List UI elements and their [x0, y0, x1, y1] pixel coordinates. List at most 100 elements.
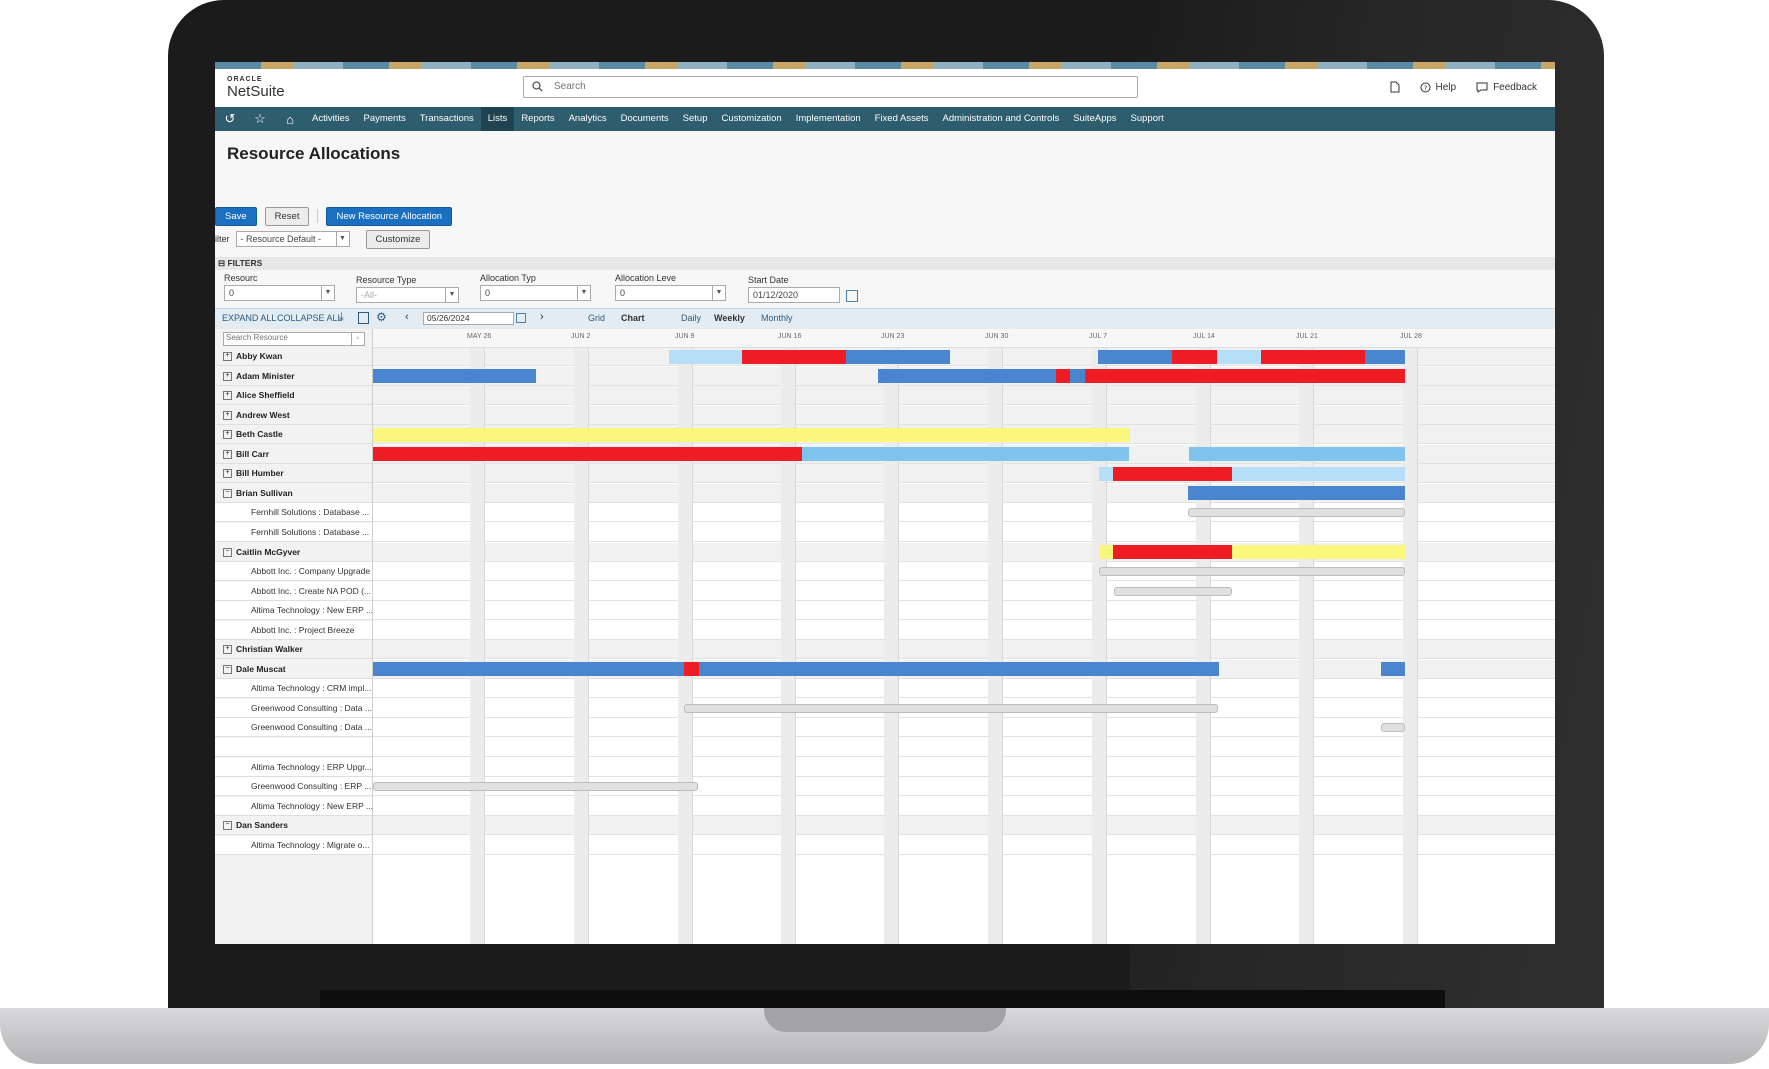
allocation-bar[interactable]	[1188, 486, 1405, 501]
allocation-bar[interactable]	[699, 662, 1219, 677]
allocation-bar[interactable]	[684, 662, 699, 677]
monthly-scale-tab[interactable]: Monthly	[761, 313, 793, 323]
gear-icon[interactable]: ⚙	[376, 310, 387, 324]
download-icon[interactable]: ⤓	[339, 311, 344, 324]
nav-item-active[interactable]: Lists	[480, 107, 515, 131]
resource-search[interactable]: ⌕	[223, 332, 365, 346]
help-button[interactable]: ? Help	[1420, 82, 1456, 93]
task-bar[interactable]	[684, 703, 1218, 713]
task-bar[interactable]	[373, 782, 698, 792]
nav-item[interactable]: Payments	[356, 107, 412, 131]
nav-item[interactable]: Implementation	[789, 107, 868, 131]
assignment-row[interactable]: Abbott Inc. : Company Upgrade	[215, 562, 372, 582]
resource-row[interactable]: + Beth Castle	[215, 425, 372, 445]
nav-item[interactable]: Fixed Assets	[868, 107, 936, 131]
nav-item[interactable]: Administration and Controls	[936, 107, 1067, 131]
allocation-bar[interactable]	[1085, 369, 1278, 384]
expand-icon[interactable]: +	[223, 371, 232, 381]
assignment-row[interactable]: Abbott Inc. : Create NA POD (...	[215, 581, 372, 601]
resource-row[interactable]: + Bill Humber	[215, 464, 372, 484]
assignment-row[interactable]: Altima Technology : Migrate o...	[215, 835, 372, 855]
resource-row[interactable]: + Alice Sheffield	[215, 386, 372, 406]
expand-icon[interactable]: +	[223, 352, 232, 361]
allocation-bar[interactable]	[802, 447, 1129, 462]
gantt-date-input[interactable]: 05/26/2024	[423, 312, 514, 325]
allocation-bar[interactable]	[1232, 545, 1405, 559]
expand-icon[interactable]: +	[223, 410, 232, 420]
assignment-row[interactable]: Altima Technology : CRM impl...	[215, 679, 372, 699]
allocation-type-filter-select[interactable]: 0 ▼	[480, 285, 591, 301]
task-bar[interactable]	[1381, 723, 1405, 733]
resource-type-filter-select[interactable]: -All- ▼	[356, 287, 459, 303]
task-bar[interactable]	[1114, 586, 1232, 596]
assignment-row[interactable]: Greenwood Consulting : Data ...	[215, 698, 372, 718]
resource-row[interactable]: − Caitlin McGyver	[215, 542, 372, 562]
collapse-icon[interactable]: −	[223, 664, 232, 674]
allocation-bar[interactable]	[1217, 349, 1261, 364]
expand-icon[interactable]: +	[223, 430, 232, 440]
collapse-icon[interactable]: −	[223, 547, 232, 557]
nav-item[interactable]: Setup	[676, 107, 715, 131]
recent-records-button[interactable]	[1390, 81, 1400, 93]
nav-item[interactable]: SuiteApps	[1066, 107, 1123, 131]
global-search-input[interactable]	[552, 80, 1116, 93]
nav-item[interactable]: Analytics	[562, 107, 614, 131]
weekly-scale-tab[interactable]: Weekly	[714, 313, 745, 323]
allocation-bar[interactable]	[1278, 369, 1405, 384]
save-button[interactable]: Save	[215, 206, 257, 226]
nav-item[interactable]: Activities	[305, 107, 356, 131]
assignment-row[interactable]: Greenwood Consulting : Data ...	[215, 718, 372, 738]
resource-search-input[interactable]	[224, 333, 348, 342]
allocation-bar[interactable]	[669, 349, 742, 364]
resource-row[interactable]: + Abby Kwan	[215, 347, 372, 366]
nav-item[interactable]: Documents	[614, 107, 676, 131]
collapse-all-button[interactable]: COLLAPSE ALL	[277, 313, 343, 323]
allocation-bar[interactable]	[878, 369, 1056, 384]
resource-row[interactable]: + Bill Carr	[215, 444, 372, 464]
chart-view-tab[interactable]: Chart	[621, 313, 645, 323]
expand-icon[interactable]: +	[223, 391, 232, 401]
resource-row[interactable]: − Brian Sullivan	[215, 483, 372, 503]
start-date-input[interactable]: 01/12/2020	[748, 287, 840, 303]
nav-item[interactable]: Transactions	[413, 107, 481, 131]
expand-all-button[interactable]: EXPAND ALL	[222, 313, 276, 323]
resource-row[interactable]: − Dan Sanders	[215, 816, 372, 836]
allocation-bar[interactable]	[1098, 349, 1172, 364]
expand-icon[interactable]: +	[223, 449, 232, 459]
allocation-bar[interactable]	[1232, 466, 1405, 481]
allocation-bar[interactable]	[1099, 466, 1113, 481]
feedback-button[interactable]: Feedback	[1476, 82, 1537, 93]
previous-period-button[interactable]: ‹	[405, 311, 409, 323]
allocation-bar[interactable]	[1113, 545, 1232, 559]
allocation-bar[interactable]	[373, 662, 684, 677]
task-bar[interactable]	[1188, 508, 1405, 518]
assignment-row[interactable]: Altima Technology : New ERP ...	[215, 601, 373, 621]
assignment-row[interactable]: Fernhill Solutions : Database ...	[215, 522, 372, 542]
resource-row[interactable]: + Adam Minister	[215, 366, 372, 386]
new-resource-allocation-button[interactable]: New Resource Allocation	[326, 206, 453, 226]
assignment-row[interactable]: Altima Technology : ERP Upgr...	[215, 757, 372, 777]
global-search[interactable]	[523, 76, 1138, 98]
view-filter-select[interactable]: - Resource Default - ▼	[235, 231, 350, 247]
allocation-bar[interactable]	[1261, 349, 1365, 364]
save-view-icon[interactable]	[358, 312, 369, 324]
allocation-bar[interactable]	[1189, 447, 1405, 462]
resource-row[interactable]: − Dale Muscat	[215, 659, 372, 679]
star-icon[interactable]: ☆	[245, 111, 275, 127]
allocation-level-filter-select[interactable]: 0 ▼	[615, 285, 726, 301]
resource-row[interactable]: + Andrew West	[215, 405, 372, 425]
grid-view-tab[interactable]: Grid	[588, 313, 605, 323]
allocation-bar[interactable]	[373, 447, 802, 462]
allocation-bar[interactable]	[742, 349, 846, 364]
netsuite-logo[interactable]: ORACLE NetSuite	[227, 76, 285, 99]
allocation-bar[interactable]	[846, 349, 950, 364]
assignment-row[interactable]: Fernhill Solutions : Database ...	[215, 503, 372, 523]
expand-icon[interactable]: +	[223, 645, 232, 655]
allocation-bar[interactable]	[373, 427, 1130, 442]
collapse-icon[interactable]: −	[223, 488, 232, 498]
allocation-bar[interactable]	[1365, 349, 1405, 364]
next-period-button[interactable]: ›	[540, 311, 544, 323]
customize-button[interactable]: Customize	[365, 229, 431, 249]
allocation-bar[interactable]	[1056, 369, 1070, 384]
allocation-bar[interactable]	[1070, 369, 1085, 384]
